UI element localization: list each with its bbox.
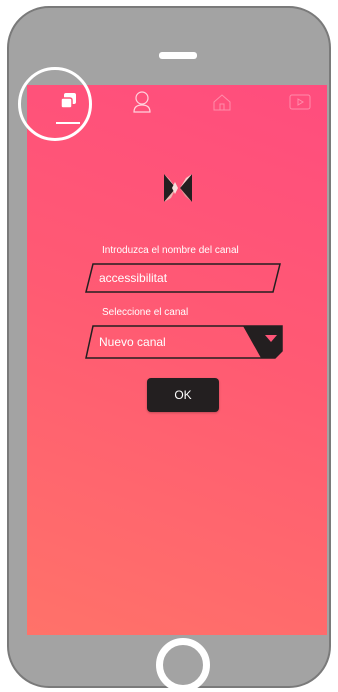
speaker-slot [159, 52, 197, 59]
chevron-down-icon [265, 335, 277, 342]
tab-user[interactable] [127, 87, 157, 117]
channel-select-value: Nuevo canal [99, 335, 166, 349]
play-icon [289, 94, 311, 110]
home-icon [213, 94, 231, 111]
app-logo-icon [164, 174, 192, 202]
tab-channels[interactable] [54, 87, 84, 117]
tab-home[interactable] [207, 87, 237, 117]
channel-name-label: Introduzca el nombre del canal [102, 245, 239, 256]
channel-name-value: accessibilitat [99, 271, 168, 285]
phone-frame: Introduzca el nombre del canal accessibi… [7, 6, 331, 692]
tab-play[interactable] [285, 87, 315, 117]
ok-button[interactable]: OK [147, 378, 219, 412]
user-icon [133, 91, 151, 113]
home-hardware-button[interactable] [156, 638, 210, 692]
top-tab-bar [27, 85, 327, 124]
app-screen: Introduzca el nombre del canal accessibi… [27, 85, 327, 635]
channel-select[interactable]: Nuevo canal [85, 325, 283, 359]
channel-name-input[interactable]: accessibilitat [85, 263, 281, 293]
active-tab-indicator [56, 122, 80, 124]
channel-select-label: Seleccione el canal [102, 307, 189, 318]
channels-icon [60, 93, 76, 109]
